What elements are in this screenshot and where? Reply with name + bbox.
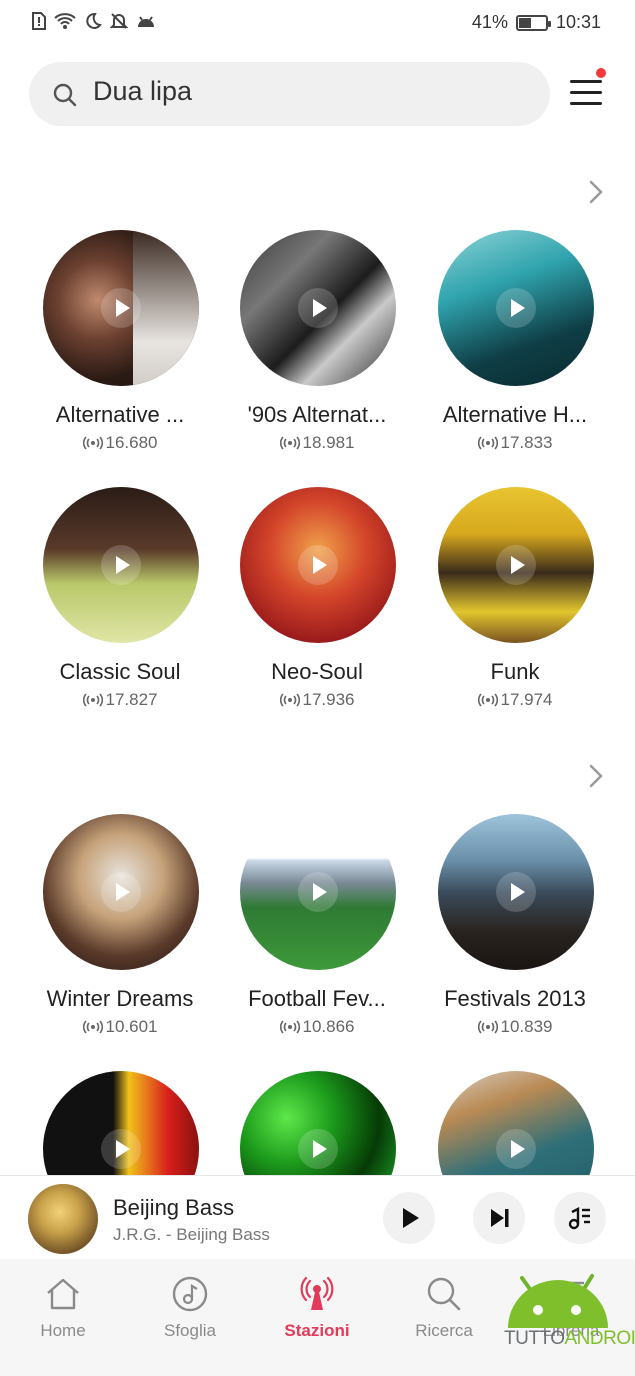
play-icon (496, 545, 536, 585)
now-playing-artwork[interactable] (28, 1184, 98, 1254)
play-icon (298, 1129, 338, 1169)
section-1-more-chevron-icon[interactable] (584, 180, 608, 204)
broadcast-icon (279, 1020, 300, 1034)
play-icon (101, 1129, 141, 1169)
station-title: Funk (490, 659, 540, 684)
battery-icon (515, 14, 551, 31)
notification-dot (596, 68, 606, 78)
station-artwork[interactable] (43, 814, 199, 970)
station-listeners: 18.981 (222, 433, 412, 453)
play-icon (101, 288, 141, 328)
search-icon (427, 1277, 461, 1311)
station-title: Alternative H... (442, 402, 588, 427)
station-title: Alternative ... (55, 402, 185, 427)
broadcast-icon (82, 1020, 103, 1034)
section-2-more-chevron-icon[interactable] (584, 764, 608, 788)
nav-search-label: Ricerca (415, 1321, 473, 1340)
nav-browse-label: Sfoglia (164, 1321, 216, 1340)
queue-button[interactable] (554, 1192, 606, 1244)
status-bar: 41% 10:31 (0, 0, 635, 44)
now-playing-title[interactable]: Beijing Bass (113, 1195, 234, 1221)
search-icon (53, 83, 77, 107)
play-icon (496, 1129, 536, 1169)
station-listeners: 16.680 (25, 433, 215, 453)
station-listeners: 10.601 (25, 1017, 215, 1037)
play-icon (101, 872, 141, 912)
broadcast-icon (82, 693, 103, 707)
station-title: '90s Alternat... (247, 402, 387, 427)
search-query[interactable]: Dua lipa (93, 76, 192, 107)
station-artwork[interactable] (43, 230, 199, 386)
broadcast-icon (477, 1020, 498, 1034)
broadcast-icon (279, 436, 300, 450)
station-title: Winter Dreams (46, 986, 194, 1011)
play-icon (298, 872, 338, 912)
wifi-icon (54, 13, 76, 29)
broadcast-icon (477, 436, 498, 450)
menu-icon (570, 80, 602, 83)
station-title: Neo-Soul (271, 659, 363, 684)
now-playing-subtitle[interactable]: J.R.G. - Beijing Bass (113, 1225, 270, 1245)
play-icon (496, 288, 536, 328)
play-icon (298, 545, 338, 585)
station-title: Classic Soul (59, 659, 181, 684)
play-icon (496, 872, 536, 912)
menu-button[interactable] (566, 68, 606, 112)
station-artwork[interactable] (438, 814, 594, 970)
nav-stations-label: Stazioni (284, 1321, 350, 1340)
radio-tower-icon (300, 1276, 334, 1310)
station-title: Festivals 2013 (444, 986, 586, 1011)
mini-player[interactable]: Beijing Bass J.R.G. - Beijing Bass (0, 1175, 635, 1259)
android-icon (138, 16, 154, 27)
play-icon (403, 1208, 419, 1228)
station-title: Football Fev... (248, 986, 386, 1011)
nav-home-label: Home (40, 1321, 86, 1340)
station-artwork[interactable] (240, 487, 396, 643)
home-icon (47, 1278, 79, 1310)
station-listeners: 17.936 (222, 690, 412, 710)
station-artwork[interactable] (240, 230, 396, 386)
queue-music-icon (568, 1207, 590, 1230)
moon-icon (86, 12, 102, 29)
broadcast-icon (82, 436, 103, 450)
station-listeners: 17.827 (25, 690, 215, 710)
station-listeners: 10.866 (222, 1017, 412, 1037)
play-icon (298, 288, 338, 328)
play-icon (101, 545, 141, 585)
battery-percent: 41% (471, 12, 508, 32)
play-button[interactable] (383, 1192, 435, 1244)
station-artwork[interactable] (43, 487, 199, 643)
nav-stations[interactable]: Stazioni (262, 1275, 372, 1341)
nav-browse[interactable]: Sfoglia (135, 1275, 245, 1341)
skip-next-icon (491, 1209, 509, 1227)
broadcast-icon (477, 693, 498, 707)
music-disc-icon (172, 1276, 208, 1312)
search-bar[interactable]: Dua lipa (29, 62, 550, 126)
bell-off-icon (110, 13, 128, 29)
next-button[interactable] (473, 1192, 525, 1244)
broadcast-icon (279, 693, 300, 707)
clock: 10:31 (555, 12, 601, 32)
nav-home[interactable]: Home (8, 1275, 118, 1341)
station-listeners: 17.833 (420, 433, 610, 453)
station-listeners: 17.974 (420, 690, 610, 710)
nav-search[interactable]: Ricerca (389, 1275, 499, 1341)
station-artwork[interactable] (438, 230, 594, 386)
station-artwork[interactable] (438, 487, 594, 643)
station-listeners: 10.839 (420, 1017, 610, 1037)
watermark-text: TUTTOANDROID (504, 1328, 635, 1349)
station-artwork[interactable] (240, 814, 396, 970)
sim-alert-icon (32, 12, 46, 30)
